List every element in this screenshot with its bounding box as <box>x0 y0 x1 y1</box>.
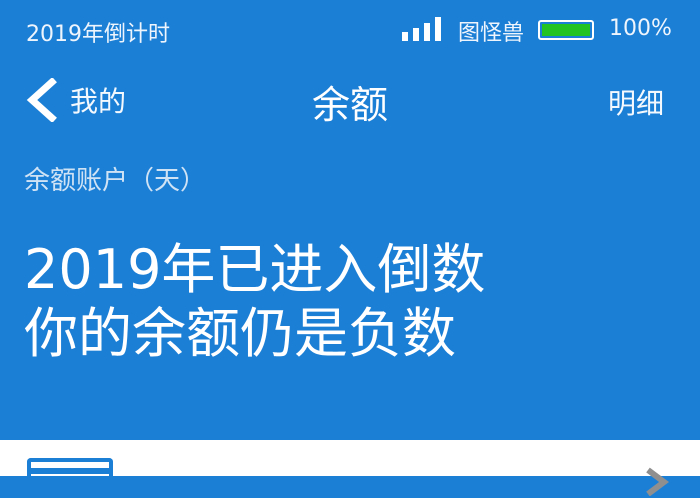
battery-icon <box>538 20 594 40</box>
battery-fill <box>542 24 590 36</box>
detail-link[interactable]: 明细 <box>608 82 664 122</box>
chevron-right-icon[interactable] <box>642 466 672 496</box>
back-button[interactable]: 我的 <box>24 78 126 122</box>
balance-panel <box>0 440 700 498</box>
headline-line-2: 你的余额仍是负数 <box>24 302 456 365</box>
status-bar: 2019年倒计时 图怪兽 100% <box>0 0 700 60</box>
card-icon <box>27 458 113 498</box>
battery-percentage: 100% <box>609 16 672 41</box>
status-title: 2019年倒计时 <box>26 22 170 47</box>
carrier-name: 图怪兽 <box>458 21 525 46</box>
back-label: 我的 <box>70 85 127 118</box>
account-label: 余额账户（天） <box>24 166 207 196</box>
headline-line-1: 2019年已进入倒数 <box>24 238 486 301</box>
chevron-left-icon <box>26 78 57 122</box>
headline: 2019年已进入倒数 你的余额仍是负数 <box>24 238 485 366</box>
signal-bars-icon <box>402 17 448 41</box>
nav-bar: 我的 余额 明细 <box>0 60 700 140</box>
